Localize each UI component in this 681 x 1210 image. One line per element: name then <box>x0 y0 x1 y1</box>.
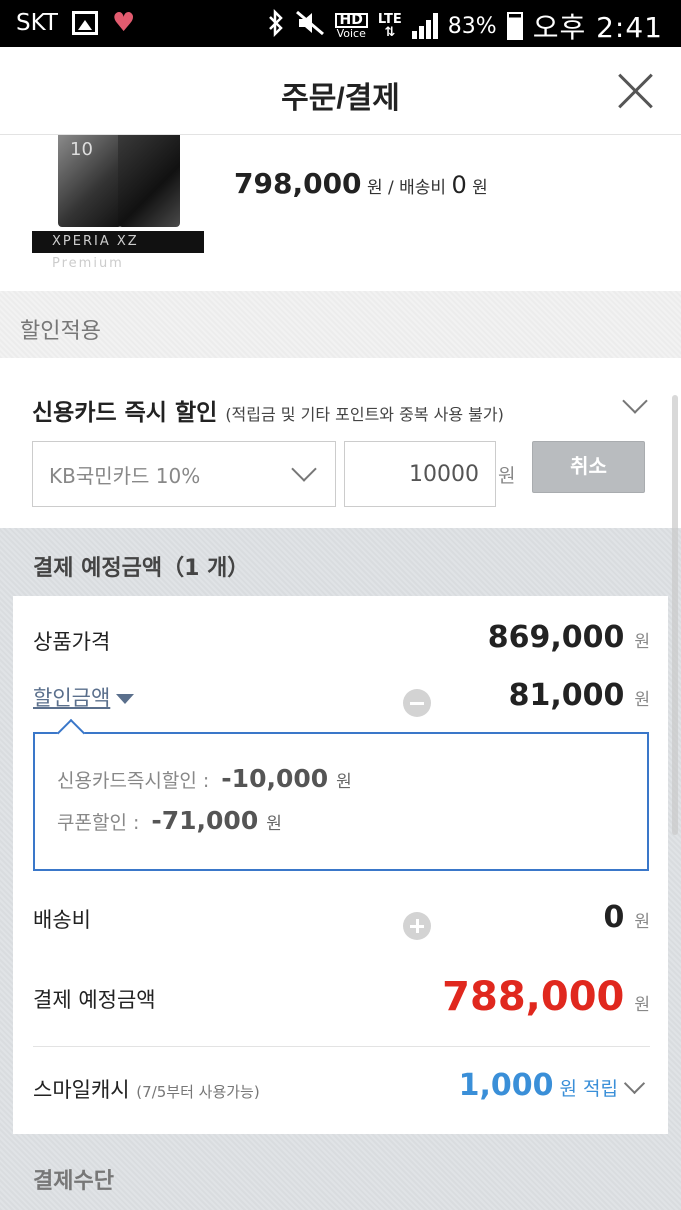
summary-card: 상품가격 869,000 원 할인금액 81,000 원 신용카드즉시할인 : -10… <box>13 596 668 1134</box>
product-price: 798,000 <box>234 167 362 200</box>
battery-percent: 83% <box>447 13 497 39</box>
plus-circle-icon <box>403 912 431 940</box>
shipping-value: 0원 <box>603 900 650 935</box>
divider <box>33 1046 650 1047</box>
total-label: 결제 예정금액 <box>33 988 156 1012</box>
discount-detail-row: 쿠폰할인 : -71,000 원 <box>57 806 282 835</box>
lte-icon: LTE ⇅ <box>377 12 402 40</box>
clock: 오후 2:41 <box>532 11 663 44</box>
carrier-label: SKT <box>16 10 58 36</box>
battery-icon <box>506 12 523 40</box>
scrollbar[interactable] <box>672 395 678 835</box>
product-summary: 10 XPERIA XZ Premium 798,000 원 / 배송비 0 원 <box>0 135 681 291</box>
app-header: 주문/결제 <box>0 47 681 135</box>
close-icon[interactable] <box>617 72 653 108</box>
discount-section-header: 할인적용 <box>0 291 681 358</box>
discount-detail-row: 신용카드즉시할인 : -10,000 원 <box>57 764 352 793</box>
chevron-down-icon[interactable] <box>623 1072 646 1095</box>
smile-cash-value: 1,000 원 적립 <box>458 1068 618 1103</box>
product-price-value: 869,000 원 <box>487 620 650 655</box>
summary-title: 결제 예정금액（1 개） <box>33 556 250 581</box>
mute-icon <box>295 10 325 42</box>
card-discount-title: 신용카드 즉시 할인 (적립금 및 기타 포인트와 중복 사용 불가) <box>32 400 504 426</box>
minus-circle-icon <box>403 689 431 717</box>
triangle-down-icon <box>116 694 135 704</box>
signal-icon <box>411 13 438 39</box>
gallery-icon <box>71 11 98 35</box>
product-brand-logo: XPERIA XZ Premium <box>32 231 204 271</box>
shipping-price: 0 <box>451 171 467 199</box>
card-select-dropdown[interactable]: KB국민카드 10% <box>32 441 336 507</box>
status-bar: SKT ♥ HD Voice LTE ⇅ 83% 오후 2:41 <box>0 0 681 47</box>
cancel-button[interactable]: 취소 <box>532 441 645 493</box>
smile-cash-label: 스마일캐시 (7/5부터 사용가능) <box>33 1078 260 1102</box>
card-discount-panel: 신용카드 즉시 할인 (적립금 및 기타 포인트와 중복 사용 불가) KB국민… <box>0 358 681 528</box>
product-price-line: 798,000 원 / 배송비 0 원 <box>234 167 488 200</box>
card-discount-note: (적립금 및 기타 포인트와 중복 사용 불가) <box>225 405 504 424</box>
total-value: 788,000 원 <box>442 974 650 1020</box>
heart-icon: ♥ <box>111 8 136 38</box>
amount-unit: 원 <box>498 465 516 487</box>
shipping-label: 배송비 <box>33 908 91 932</box>
card-select-value: KB국민카드 10% <box>49 464 201 488</box>
discount-value: 81,000 원 <box>508 678 650 713</box>
discount-detail-box: 신용카드즉시할인 : -10,000 원 쿠폰할인 : -71,000 원 <box>33 732 649 871</box>
product-price-label: 상품가격 <box>33 630 111 654</box>
payment-method-title: 결제수단 <box>33 1169 114 1194</box>
product-image: 10 XPERIA XZ Premium <box>32 135 204 271</box>
smile-cash-note: (7/5부터 사용가능) <box>136 1083 260 1101</box>
chevron-down-icon <box>291 456 317 482</box>
chevron-down-icon[interactable] <box>622 388 648 414</box>
bluetooth-icon <box>267 8 285 43</box>
discount-section-title: 할인적용 <box>20 319 101 344</box>
payment-summary-section: 결제 예정금액（1 개） 상품가격 869,000 원 할인금액 81,000 원 … <box>0 528 681 1210</box>
discount-toggle[interactable]: 할인금액 <box>33 682 135 712</box>
discount-amount-input[interactable] <box>344 441 496 507</box>
page-title: 주문/결제 <box>281 82 400 115</box>
hd-voice-icon: HD Voice <box>334 13 368 39</box>
